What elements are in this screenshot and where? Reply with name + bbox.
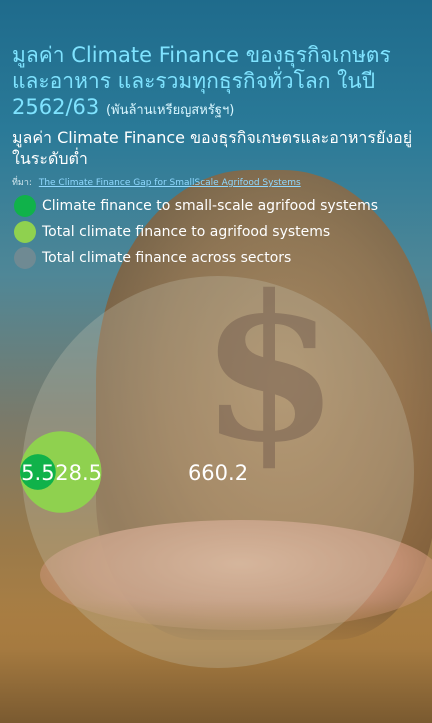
data-label-0: 5.5 — [21, 461, 54, 485]
source-label: ที่มา: — [12, 178, 32, 188]
legend-label: Total climate finance across sectors — [42, 250, 292, 266]
data-label-2: 660.2 — [188, 461, 248, 485]
legend-item-small-scale: Climate finance to small-scale agrifood … — [14, 195, 378, 217]
legend-label: Total climate finance to agrifood system… — [42, 224, 331, 240]
legend-swatch — [14, 247, 36, 269]
source-line: ที่มา: The Climate Finance Gap for Small… — [12, 175, 424, 189]
chart-subtitle: มูลค่า Climate Finance ของธุรกิจเกษตรและ… — [12, 128, 413, 168]
chart-title: มูลค่า Climate Finance ของธุรกิจเกษตรและ… — [12, 42, 424, 124]
legend-item-all-sectors: Total climate finance across sectors — [14, 247, 291, 269]
legend-swatch — [14, 221, 36, 243]
source-link[interactable]: The Climate Finance Gap for SmallScale A… — [39, 178, 301, 188]
title-unit: (พันล้านเหรียญสหรัฐฯ) — [105, 103, 235, 118]
legend-label: Climate finance to small-scale agrifood … — [42, 198, 379, 214]
data-label-1: 28.5 — [55, 461, 102, 485]
legend-item-agrifood: Total climate finance to agrifood system… — [14, 221, 330, 243]
legend-swatch — [14, 195, 36, 217]
